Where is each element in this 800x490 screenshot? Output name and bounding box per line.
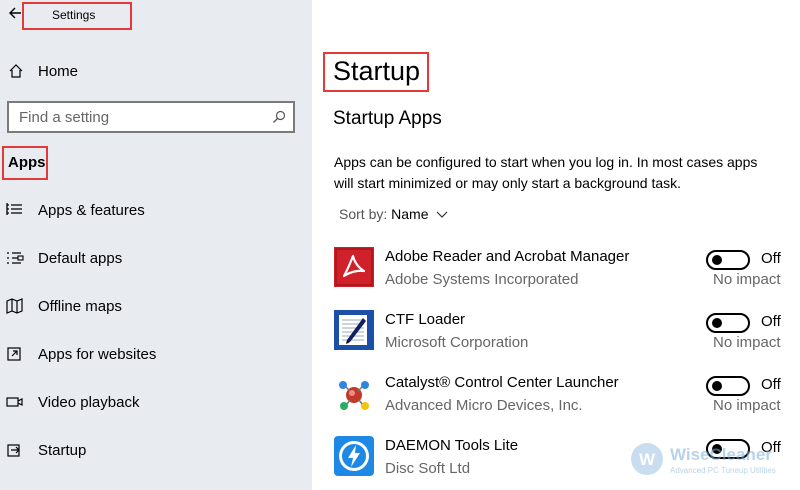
- toggle-state: Off: [761, 376, 781, 393]
- app-publisher: Adobe Systems Incorporated: [385, 271, 579, 288]
- search-icon[interactable]: [272, 110, 286, 124]
- sidebar-item-label: Offline maps: [38, 298, 122, 315]
- chevron-down-icon: [436, 211, 448, 219]
- search-input[interactable]: [19, 107, 259, 127]
- catalyst-icon: [334, 373, 374, 413]
- sort-label: Sort by:: [339, 206, 388, 222]
- startup-impact: No impact: [713, 334, 781, 351]
- startup-app-row: Catalyst® Control Center Launcher Advanc…: [334, 373, 800, 423]
- sidebar-item-label: Apps & features: [38, 202, 145, 219]
- sidebar-item-label: Default apps: [38, 250, 123, 267]
- sidebar-item-startup[interactable]: Startup: [0, 434, 312, 468]
- startup-app-row: CTF Loader Microsoft Corporation Off No …: [334, 310, 800, 360]
- sidebar: Settings Home Apps Apps & features Defau…: [0, 0, 312, 490]
- sidebar-item-offline-maps[interactable]: Offline maps: [0, 290, 312, 324]
- startup-impact: No impact: [713, 397, 781, 414]
- map-icon: [6, 298, 24, 314]
- sidebar-item-label: Startup: [38, 442, 87, 459]
- startup-impact: No impact: [713, 271, 781, 288]
- ctf-loader-icon: [334, 310, 374, 350]
- daemon-tools-icon: [334, 436, 374, 476]
- sidebar-item-home[interactable]: Home: [0, 56, 312, 88]
- section-heading-apps: Apps: [8, 154, 46, 171]
- page-title: Startup: [333, 56, 421, 86]
- watermark-tagline: Advanced PC Tuneup Utilities: [670, 466, 776, 475]
- sidebar-item-label: Video playback: [38, 394, 140, 411]
- sort-dropdown[interactable]: Sort by: Name: [339, 206, 448, 222]
- sidebar-item-video-playback[interactable]: Video playback: [0, 386, 312, 420]
- app-name: Catalyst® Control Center Launcher: [385, 374, 619, 391]
- app-name: CTF Loader: [385, 311, 466, 328]
- startup-toggle[interactable]: [706, 313, 750, 333]
- list-icon: [6, 202, 24, 218]
- app-name: Adobe Reader and Acrobat Manager: [385, 248, 630, 265]
- app-name: DAEMON Tools Lite: [385, 437, 519, 454]
- sort-value: Name: [391, 206, 429, 222]
- section-subtitle: Startup Apps: [333, 108, 442, 129]
- toggle-state: Off: [761, 250, 781, 267]
- sidebar-item-label: Apps for websites: [38, 346, 157, 363]
- window-title: Settings: [52, 8, 96, 22]
- sidebar-item-label: Home: [38, 63, 79, 80]
- startup-toggle[interactable]: [706, 250, 750, 270]
- watermark: W WiseCleaner Advanced PC Tuneup Utiliti…: [630, 440, 800, 480]
- open-in-icon: [6, 346, 24, 362]
- video-icon: [6, 394, 24, 410]
- sidebar-item-default-apps[interactable]: Default apps: [0, 242, 312, 276]
- watermark-name: WiseCleaner: [670, 445, 772, 464]
- home-icon: [8, 63, 24, 79]
- app-publisher: Microsoft Corporation: [385, 334, 529, 351]
- sidebar-item-apps-features[interactable]: Apps & features: [0, 194, 312, 228]
- adobe-reader-icon: [334, 247, 374, 287]
- app-publisher: Advanced Micro Devices, Inc.: [385, 397, 583, 414]
- sidebar-item-apps-for-websites[interactable]: Apps for websites: [0, 338, 312, 372]
- wisecleaner-logo-icon: W: [631, 443, 663, 475]
- startup-icon: [6, 442, 24, 458]
- startup-app-row: Adobe Reader and Acrobat Manager Adobe S…: [334, 247, 800, 297]
- description-text: Apps can be configured to start when you…: [334, 154, 758, 191]
- toggle-state: Off: [761, 313, 781, 330]
- default-apps-icon: [6, 250, 24, 266]
- search-box: [7, 101, 295, 133]
- svg-text:W: W: [639, 450, 656, 469]
- app-publisher: Disc Soft Ltd: [385, 460, 471, 477]
- startup-toggle[interactable]: [706, 376, 750, 396]
